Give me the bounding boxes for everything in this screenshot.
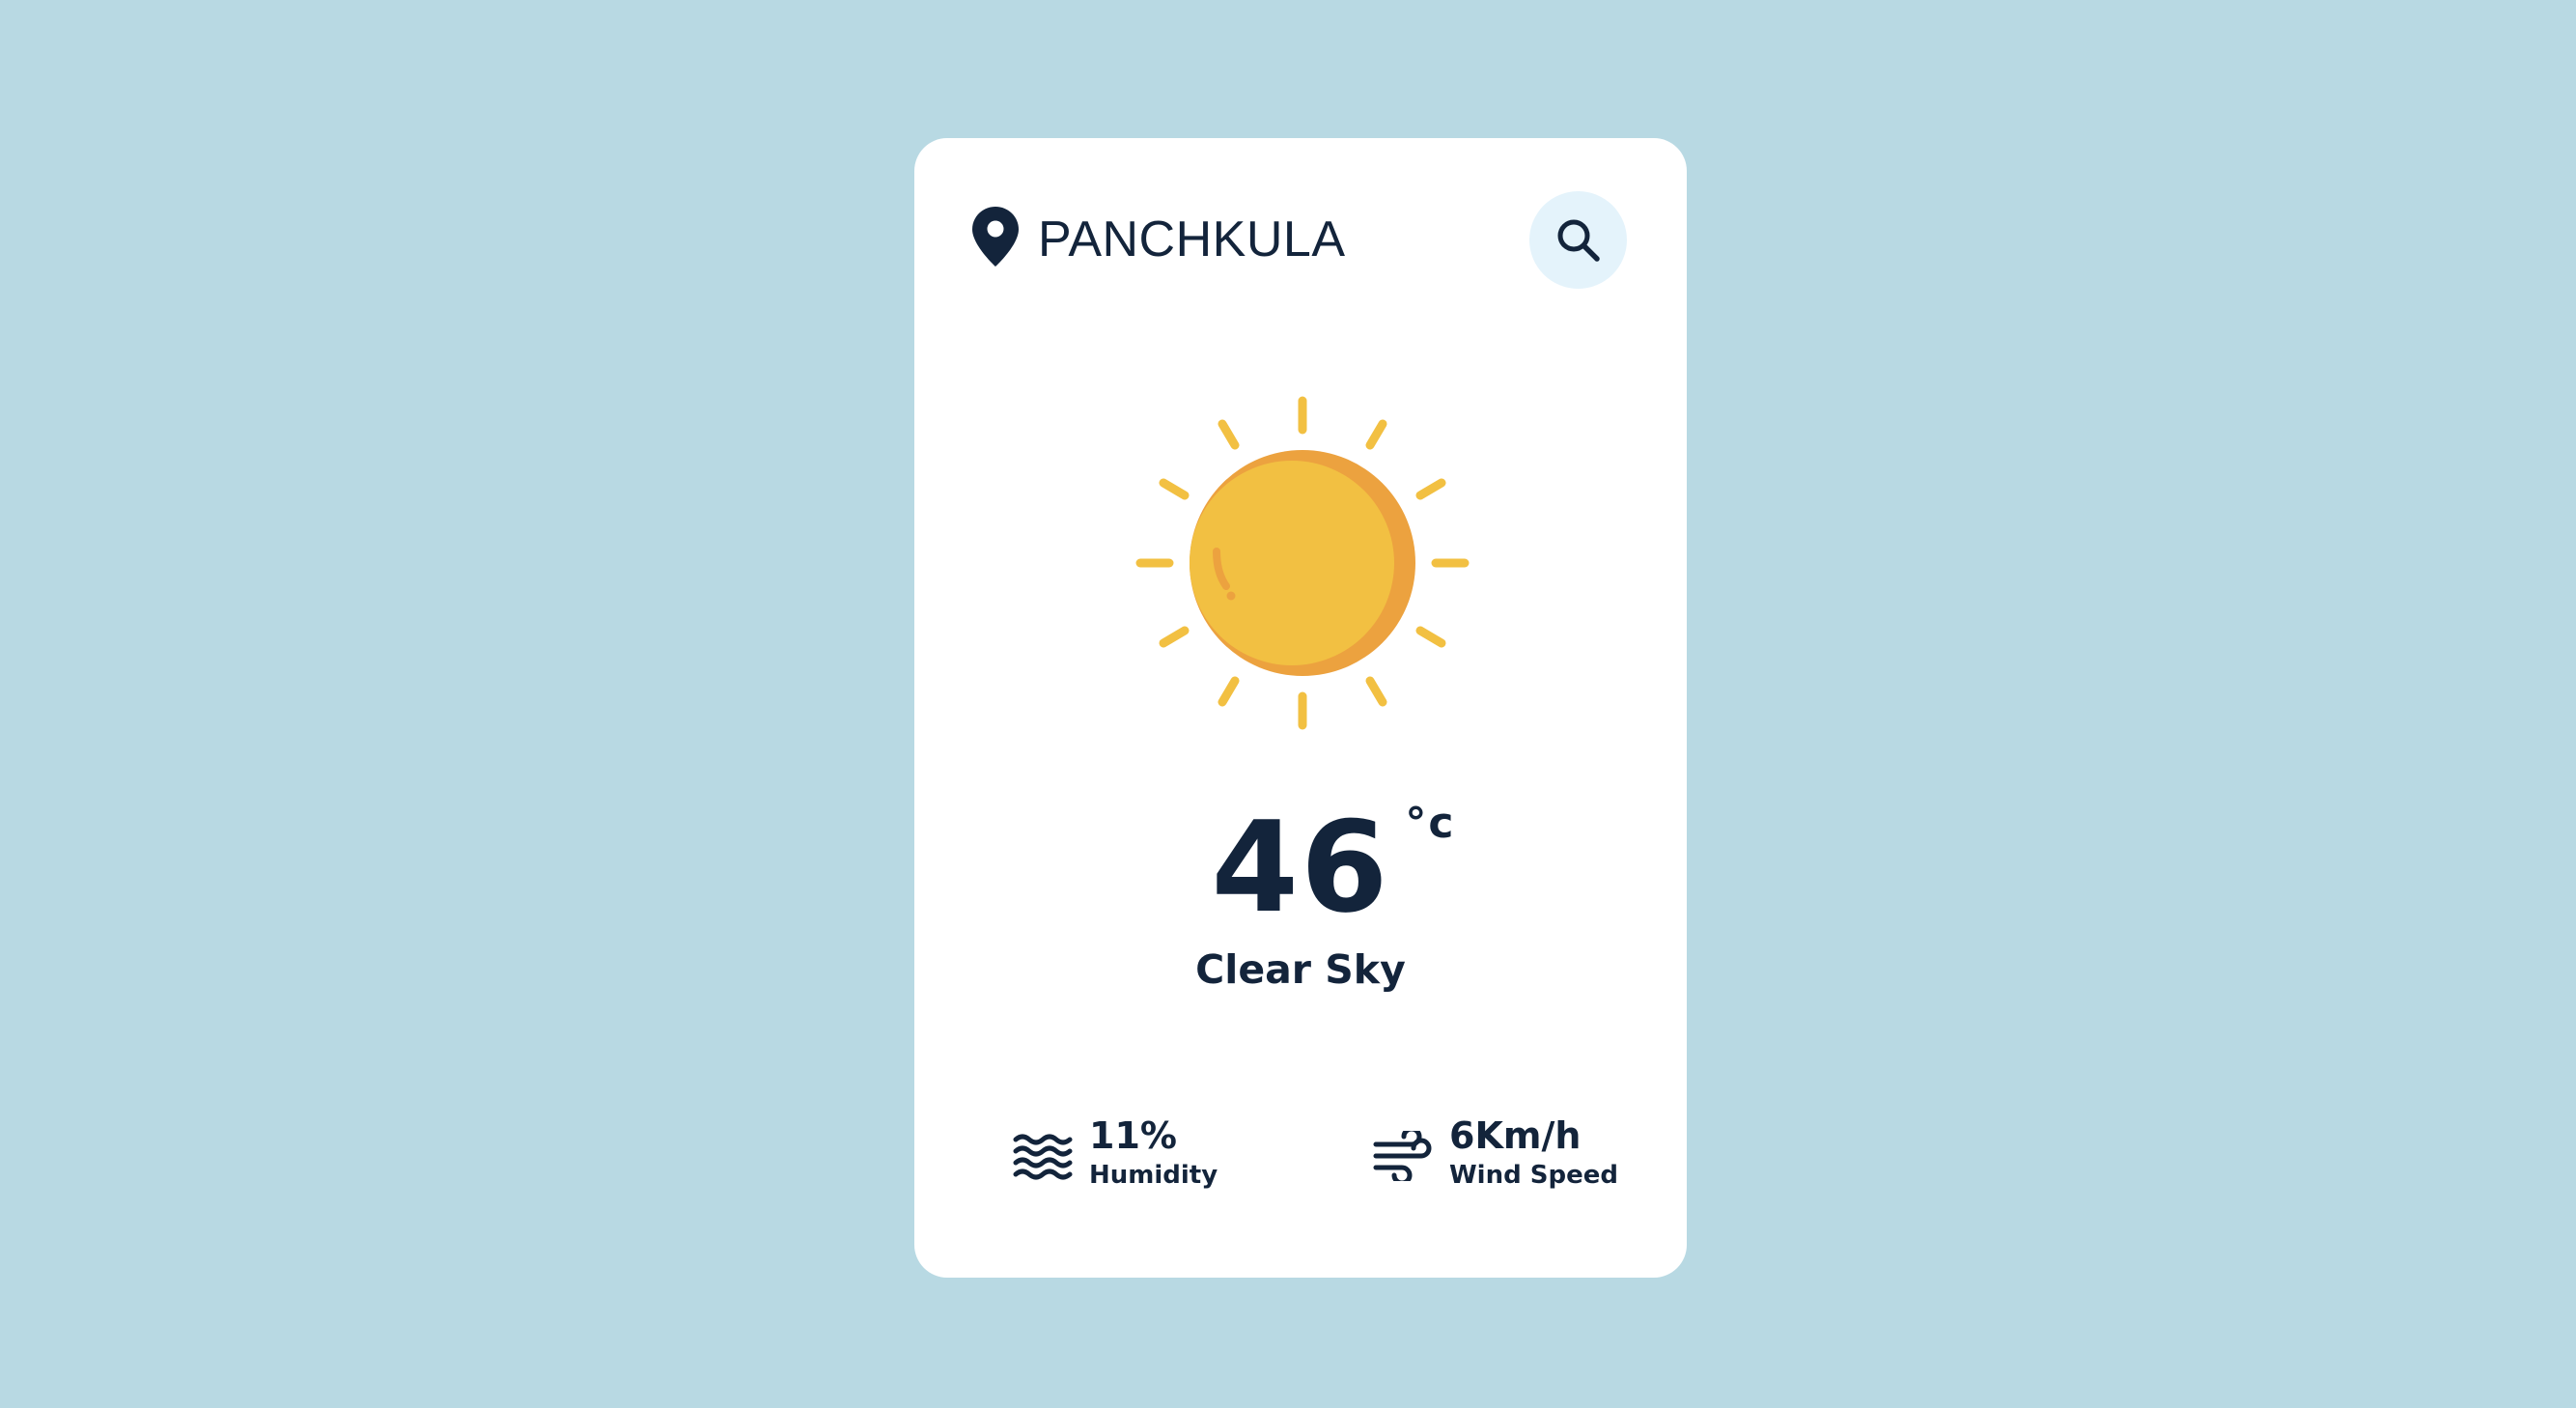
weather-condition: Clear Sky bbox=[1195, 946, 1406, 993]
waves-icon bbox=[1013, 1134, 1073, 1180]
wind-speed-label: Wind Speed bbox=[1449, 1161, 1618, 1190]
weather-card: PANCHKULA 46 °c Clear Sky 11% Humidity 6… bbox=[914, 138, 1687, 1278]
weather-header: PANCHKULA bbox=[972, 191, 1627, 292]
humidity-value: 11% bbox=[1089, 1114, 1177, 1157]
wind-speed-value: 6Km/h bbox=[1449, 1114, 1582, 1157]
map-pin-icon bbox=[972, 207, 1019, 267]
humidity-label: Humidity bbox=[1089, 1161, 1218, 1190]
search-icon bbox=[1557, 219, 1600, 262]
temperature-value: 46 bbox=[1211, 794, 1390, 941]
city-name: PANCHKULA bbox=[1038, 211, 1346, 268]
sun-icon bbox=[1135, 396, 1470, 730]
wind-icon bbox=[1373, 1131, 1432, 1181]
temperature-block: 46 °c bbox=[914, 800, 1687, 936]
temperature-unit: °c bbox=[1405, 799, 1456, 848]
search-button[interactable] bbox=[1529, 191, 1627, 289]
temperature-display: 46 °c bbox=[1212, 800, 1454, 936]
